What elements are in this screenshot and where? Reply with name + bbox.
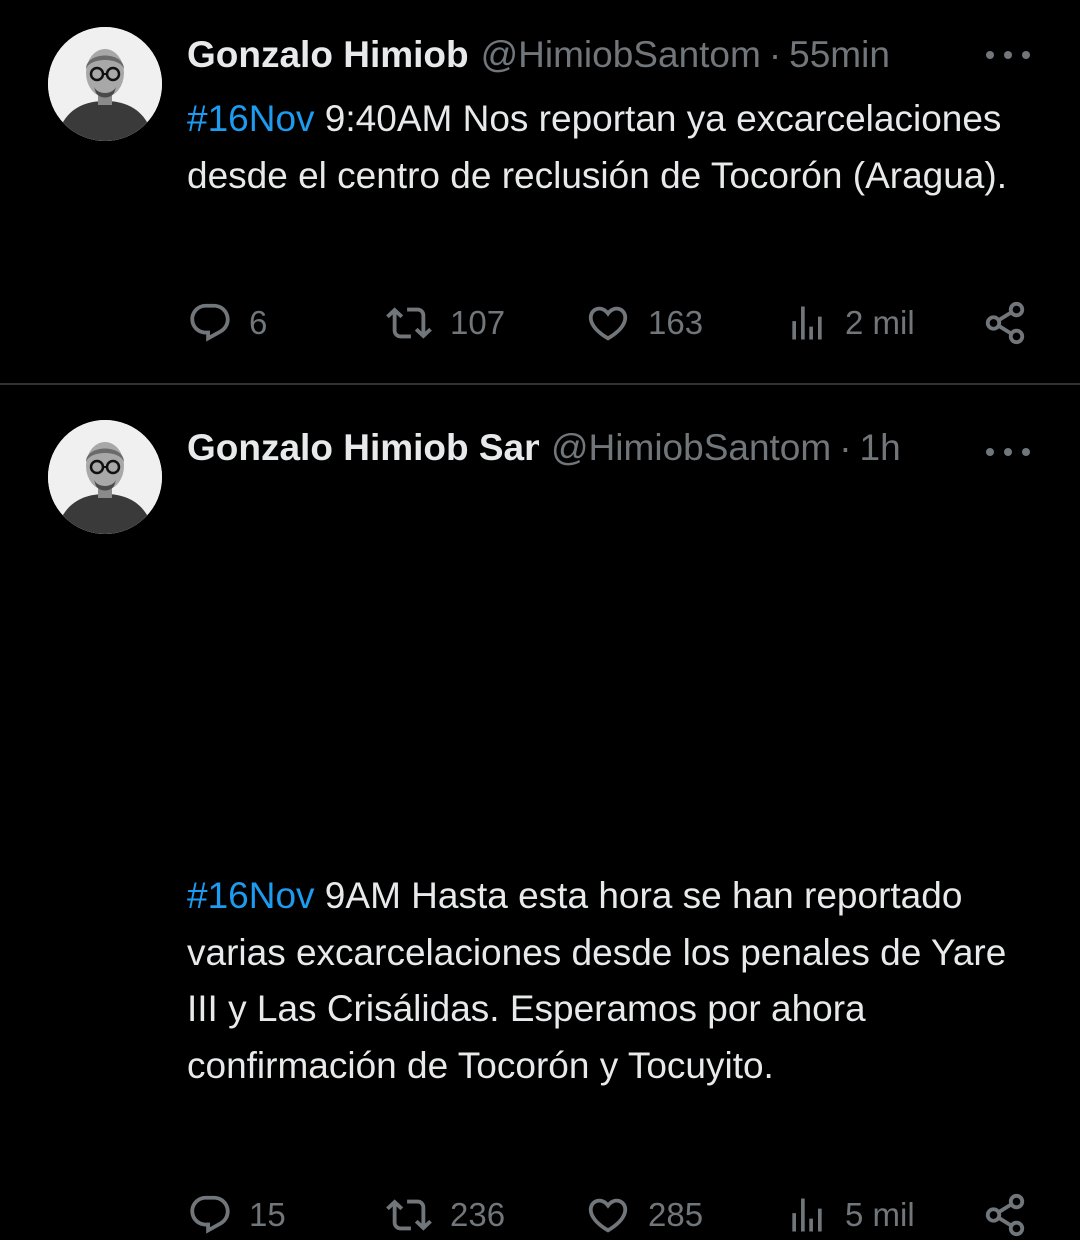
avatar-photo [48,27,162,141]
tweet-actions: 15 236 285 5 mil [0,1190,1080,1240]
user-handle[interactable]: @HimiobSantom [551,423,831,473]
retweet-arrows-icon [386,1199,432,1231]
retweet-button[interactable]: 236 [384,1190,505,1240]
share-button[interactable] [982,1190,1044,1240]
tweet[interactable]: Gonzalo Himiob Santomé @HimiobSantom · 1… [0,385,1080,1237]
avatar[interactable] [48,27,162,141]
more-dot [1004,51,1012,59]
like-button[interactable]: 163 [584,298,703,348]
speech-bubble-icon [190,303,230,342]
views-button[interactable]: 2 mil [785,298,915,348]
like-button[interactable]: 285 [584,1190,703,1240]
views-count: 5 mil [845,1196,915,1233]
views-button[interactable]: 5 mil [785,1190,915,1240]
share-button[interactable] [982,298,1044,348]
more-dot [986,448,994,456]
more-dot [1022,51,1030,59]
three-dots-icon[interactable] [986,45,1030,65]
bar-chart-icon [792,1198,822,1232]
more-dot [986,51,994,59]
tweet-header: Gonzalo Himiob @HimiobSantom · 55min [187,30,890,80]
separator-dot: · [768,34,782,75]
retweet-count: 236 [450,1196,506,1233]
retweet-button[interactable]: 107 [384,298,505,348]
bar-chart-icon [792,306,822,340]
reply-button[interactable]: 15 [187,1190,286,1240]
more-dot [1022,448,1030,456]
reply-button[interactable]: 6 [187,298,267,348]
retweet-arrows-icon [386,307,432,339]
share-nodes-icon [985,1193,1025,1237]
more-dot [1004,448,1012,456]
display-name[interactable]: Gonzalo Himiob [187,30,469,80]
reply-count: 6 [249,304,268,341]
display-name[interactable]: Gonzalo Himiob Santomé [187,423,539,473]
heart-icon [588,306,628,341]
like-count: 285 [648,1196,704,1233]
share-nodes-icon [985,301,1025,345]
tweet-text: #16Nov 9AM Hasta esta hora se han report… [187,868,1047,1094]
separator-dot: · [839,427,852,468]
tweet-text: #16Nov 9:40AM Nos reportan ya excarcelac… [187,91,1047,204]
hashtag-link[interactable]: #16Nov [187,98,315,139]
heart-icon [588,1198,628,1233]
tweet[interactable]: Gonzalo Himiob @HimiobSantom · 55min #16… [0,0,1080,383]
avatar-photo [48,420,162,534]
timestamp[interactable]: 55min [789,30,890,80]
timestamp[interactable]: 1h [860,423,901,473]
avatar[interactable] [48,420,162,534]
like-count: 163 [648,304,704,341]
views-count: 2 mil [845,304,915,341]
tweet-header: Gonzalo Himiob Santomé @HimiobSantom · 1… [187,423,901,473]
tweet-actions: 6 107 163 2 mil [0,298,1080,348]
reply-count: 15 [249,1196,286,1233]
speech-bubble-icon [190,1195,230,1234]
retweet-count: 107 [450,304,506,341]
hashtag-link[interactable]: #16Nov [187,875,315,916]
user-handle[interactable]: @HimiobSantom [481,30,761,80]
three-dots-icon[interactable] [986,442,1030,462]
